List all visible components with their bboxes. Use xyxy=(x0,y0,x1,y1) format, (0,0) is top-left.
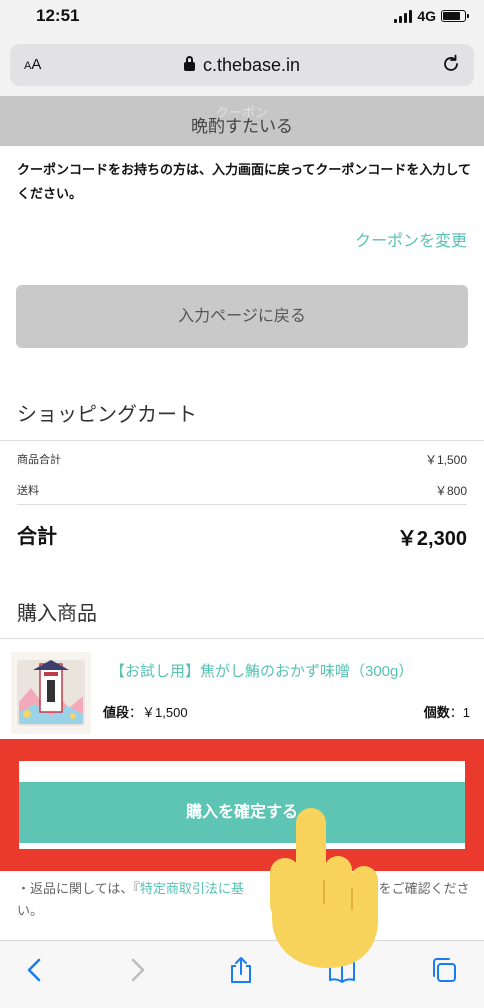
return-policy-note: ・返品に関しては、『特定商取引法に基 ページをご確認ください。 xyxy=(17,881,470,918)
signal-icon xyxy=(394,9,413,23)
cart-title: ショッピングカート xyxy=(17,404,197,426)
pointing-hand-icon xyxy=(270,808,378,968)
address-bar[interactable]: AAAA c.thebase.in xyxy=(10,44,474,86)
total-label: 合計 xyxy=(17,526,57,548)
coupon-header: クーポン 晩酌すたいる xyxy=(0,96,484,146)
url-text: c.thebase.in xyxy=(202,55,301,75)
lock-icon xyxy=(183,56,195,71)
coupon-name: 晩酌すたいる xyxy=(191,117,293,136)
status-indicators: 4G xyxy=(394,8,469,24)
total-value: ￥2,300 xyxy=(396,528,467,550)
back-icon[interactable] xyxy=(20,955,50,985)
battery-icon xyxy=(441,10,469,22)
browser-header: AAAA c.thebase.in xyxy=(0,34,484,96)
price-value: ：￥1,500 xyxy=(129,705,188,720)
shipping-label: 送料 xyxy=(17,485,39,497)
tokushoho-link[interactable]: 特定商取引法に基 xyxy=(140,881,244,896)
price-row: 値段：￥1,500 xyxy=(103,702,188,721)
browser-toolbar xyxy=(0,940,484,1008)
coupon-note: クーポンコードをお持ちの方は、入力画面に戻ってクーポンコードを入力してください。 xyxy=(17,162,471,201)
share-icon[interactable] xyxy=(226,955,256,985)
product-name-link[interactable]: 【お試し用】焦がし鮪のおかず味噌（300g） xyxy=(110,660,413,681)
subtotal-value: ￥1,500 xyxy=(424,453,467,467)
highlight-box: 購入を確定する xyxy=(0,739,484,871)
status-time: 12:51 xyxy=(36,6,80,25)
reload-icon[interactable] xyxy=(440,53,462,75)
divider xyxy=(0,440,484,441)
quantity-row: 個数：1 xyxy=(424,702,470,721)
change-coupon-link[interactable]: クーポンを変更 xyxy=(355,227,467,251)
confirm-area: 購入を確定する xyxy=(19,761,465,849)
shipping-value: ￥800 xyxy=(434,484,467,498)
divider xyxy=(17,504,467,505)
product-thumbnail[interactable] xyxy=(11,652,91,734)
subtotal-label: 商品合計 xyxy=(17,454,61,466)
back-to-input-button[interactable]: 入力ページに戻る xyxy=(16,285,468,348)
quantity-label: 個数 xyxy=(423,705,450,720)
forward-icon[interactable] xyxy=(122,955,152,985)
price-label: 値段 xyxy=(103,705,130,720)
status-bar: 12:51 4G xyxy=(0,0,484,34)
tabs-icon[interactable] xyxy=(429,955,459,985)
quantity-value: ：1 xyxy=(449,705,470,720)
items-title: 購入商品 xyxy=(17,603,97,625)
url-display[interactable]: c.thebase.in xyxy=(10,55,474,76)
confirm-purchase-button[interactable]: 購入を確定する xyxy=(19,782,465,843)
network-label: 4G xyxy=(417,8,436,24)
divider xyxy=(0,638,484,639)
